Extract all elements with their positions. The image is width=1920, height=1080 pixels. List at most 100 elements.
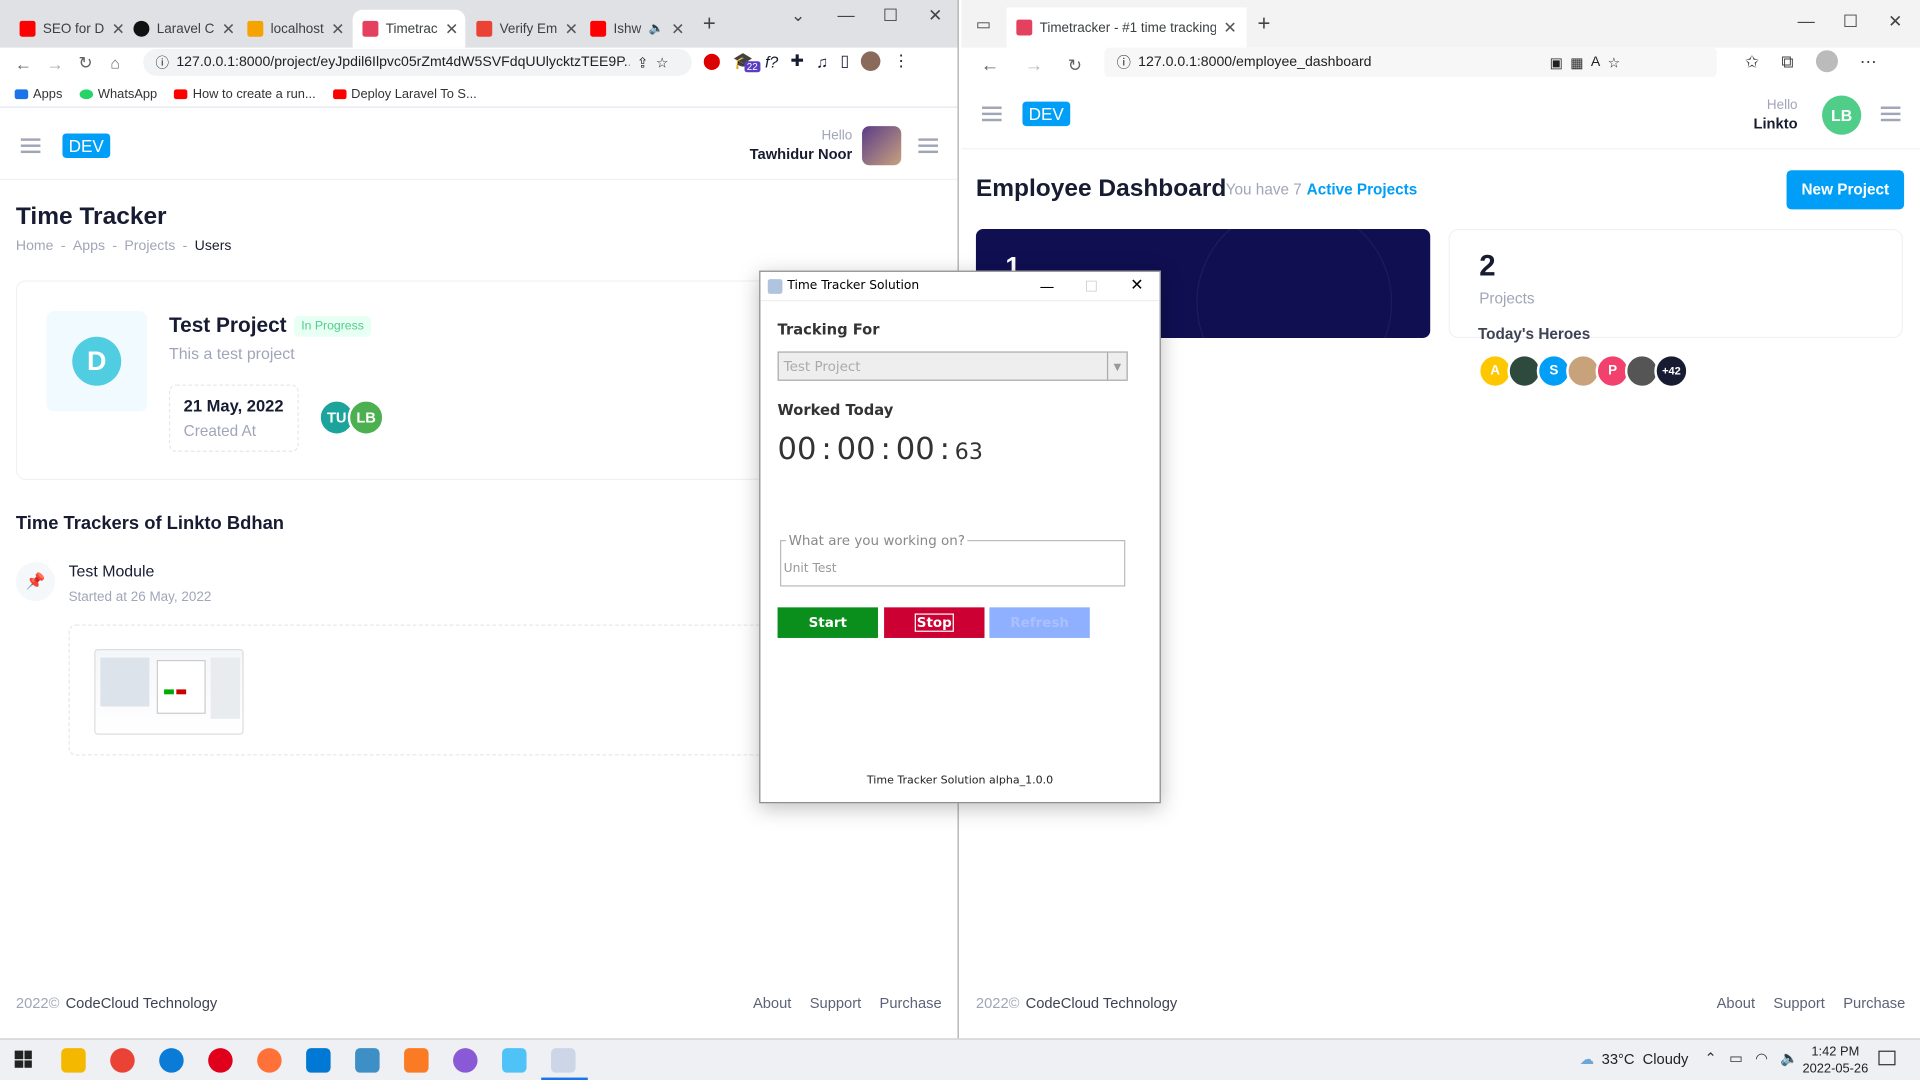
github-desktop-icon[interactable]: [453, 1048, 478, 1073]
brand-logo[interactable]: DEV: [62, 133, 110, 158]
address-bar[interactable]: ⓘ 127.0.0.1:8000/employee_dashboard ▣ ▦ …: [1104, 47, 1717, 78]
stop-button[interactable]: Stop: [884, 607, 985, 638]
member-avatar[interactable]: LB: [347, 399, 385, 436]
hat-extension-icon[interactable]: 🎓 22: [733, 51, 761, 73]
close-icon[interactable]: ✕: [671, 19, 684, 39]
hero-more-count[interactable]: +42: [1654, 353, 1689, 389]
file-explorer-icon[interactable]: [61, 1048, 86, 1073]
tab-search-icon[interactable]: ⌄: [791, 5, 805, 26]
favorite-icon[interactable]: ☆: [1608, 54, 1621, 71]
collections-icon[interactable]: ⧉: [1781, 51, 1793, 72]
breadcrumb-apps[interactable]: Apps: [73, 239, 105, 254]
close-dialog-button[interactable]: ✕: [1130, 277, 1143, 295]
footer-company[interactable]: CodeCloud Technology: [66, 994, 218, 1011]
firefox-icon[interactable]: [257, 1048, 282, 1073]
screenshot-thumbnail[interactable]: [94, 648, 244, 735]
reload-icon[interactable]: ↻: [1068, 54, 1082, 75]
browser-tab[interactable]: Ishw 🔈 ✕: [580, 10, 693, 48]
xampp-icon[interactable]: [404, 1048, 429, 1073]
footer-link-about[interactable]: About: [1717, 994, 1755, 1011]
java-app-icon[interactable]: [551, 1048, 576, 1073]
minimize-button[interactable]: —: [1040, 277, 1055, 294]
hamburger-icon[interactable]: [20, 138, 41, 154]
favorites-icon[interactable]: ✩: [1745, 51, 1759, 72]
bookmark-item[interactable]: How to create a run...: [174, 86, 316, 101]
forward-icon[interactable]: →: [1025, 54, 1043, 75]
tab-actions-icon[interactable]: ▭: [976, 15, 991, 35]
vscode-icon[interactable]: [306, 1048, 331, 1073]
user-avatar[interactable]: LB: [1822, 95, 1862, 135]
clock[interactable]: 1:42 PM 2022-05-26: [1802, 1043, 1868, 1077]
close-icon[interactable]: ✕: [112, 19, 123, 39]
new-tab-button[interactable]: +: [703, 11, 716, 37]
browser-tab[interactable]: localhost ✕: [238, 10, 351, 48]
opera-icon[interactable]: [208, 1048, 233, 1073]
browser-tab[interactable]: Laravel C ✕: [124, 10, 237, 48]
forward-icon[interactable]: →: [47, 53, 64, 73]
hamburger-icon[interactable]: [982, 106, 1002, 122]
back-icon[interactable]: ←: [981, 54, 999, 75]
footer-link-about[interactable]: About: [753, 994, 791, 1011]
close-icon[interactable]: ✕: [445, 19, 458, 39]
close-icon[interactable]: ✕: [222, 19, 235, 39]
breadcrumb-home[interactable]: Home: [16, 239, 54, 254]
hexagon-app-icon[interactable]: [355, 1048, 380, 1073]
bookmark-item[interactable]: Deploy Laravel To S...: [332, 86, 477, 101]
footer-link-support[interactable]: Support: [810, 994, 861, 1011]
menu-lines-icon[interactable]: [918, 138, 938, 154]
task-input[interactable]: Unit Test: [784, 562, 837, 575]
footer-company[interactable]: CodeCloud Technology: [1026, 994, 1178, 1011]
active-projects-link[interactable]: Active Projects: [1307, 181, 1418, 198]
qr-icon[interactable]: ▦: [1570, 54, 1583, 71]
user-avatar[interactable]: [862, 126, 902, 166]
share-icon[interactable]: ⇪: [637, 54, 649, 71]
browser-tab[interactable]: Verify Em ✕: [467, 10, 580, 48]
browser-tab-active[interactable]: Timetrac ✕: [352, 9, 466, 48]
star-icon[interactable]: ☆: [656, 54, 669, 71]
home-icon[interactable]: ⌂: [110, 54, 120, 72]
volume-icon[interactable]: 🔈: [1780, 1049, 1798, 1066]
bookmark-item[interactable]: Apps: [14, 86, 62, 101]
weather-widget[interactable]: ☁ 33°C Cloudy: [1580, 1051, 1689, 1068]
breadcrumb-projects[interactable]: Projects: [124, 239, 175, 254]
close-icon[interactable]: ✕: [1223, 18, 1236, 38]
edge-icon[interactable]: [159, 1048, 184, 1073]
refresh-button[interactable]: Refresh: [989, 607, 1090, 638]
footer-link-purchase[interactable]: Purchase: [1843, 994, 1905, 1011]
close-window-button[interactable]: ✕: [1888, 11, 1902, 32]
media-icon[interactable]: ♫: [816, 52, 828, 70]
maximize-button[interactable]: ☐: [1085, 277, 1098, 294]
device-icon[interactable]: ▭: [1729, 1049, 1743, 1066]
footer-link-purchase[interactable]: Purchase: [880, 994, 942, 1011]
windows-start-icon[interactable]: [14, 1050, 32, 1068]
chevron-up-icon[interactable]: ⌃: [1705, 1049, 1717, 1066]
brand-logo[interactable]: DEV: [1022, 101, 1070, 127]
more-icon[interactable]: ⋯: [1860, 51, 1877, 72]
opera-icon[interactable]: ⬤: [703, 51, 721, 71]
minimize-button[interactable]: —: [838, 5, 855, 25]
wifi-icon[interactable]: ◠: [1755, 1049, 1768, 1066]
address-bar[interactable]: ⓘ 127.0.0.1:8000/project/eyJpdil6Ilpvc05…: [143, 48, 692, 76]
footer-link-support[interactable]: Support: [1773, 994, 1824, 1011]
close-icon[interactable]: ✕: [331, 19, 344, 39]
app-icon[interactable]: [502, 1048, 527, 1073]
chevron-down-icon[interactable]: ▼: [1106, 352, 1127, 380]
close-window-button[interactable]: ✕: [928, 5, 942, 26]
reload-icon[interactable]: ↻: [78, 53, 92, 74]
new-tab-button[interactable]: +: [1258, 11, 1271, 37]
profile-avatar[interactable]: [861, 51, 881, 72]
function-icon[interactable]: f?: [765, 52, 778, 70]
maximize-button[interactable]: ☐: [883, 5, 898, 26]
browser-tab[interactable]: SEO for D ✕: [10, 10, 123, 48]
menu-icon[interactable]: ⋮: [893, 51, 909, 71]
notification-icon[interactable]: [1878, 1050, 1896, 1066]
back-icon[interactable]: ←: [15, 53, 32, 73]
profile-avatar[interactable]: [1815, 50, 1838, 73]
close-icon[interactable]: ✕: [565, 19, 578, 39]
minimize-button[interactable]: —: [1798, 11, 1815, 31]
sidepanel-icon[interactable]: ▯: [840, 51, 849, 71]
tracker-module[interactable]: Test Module: [69, 562, 155, 580]
maximize-button[interactable]: ☐: [1843, 11, 1858, 32]
chrome-icon[interactable]: [110, 1048, 135, 1073]
project-select[interactable]: Test Project ▼: [777, 351, 1128, 381]
